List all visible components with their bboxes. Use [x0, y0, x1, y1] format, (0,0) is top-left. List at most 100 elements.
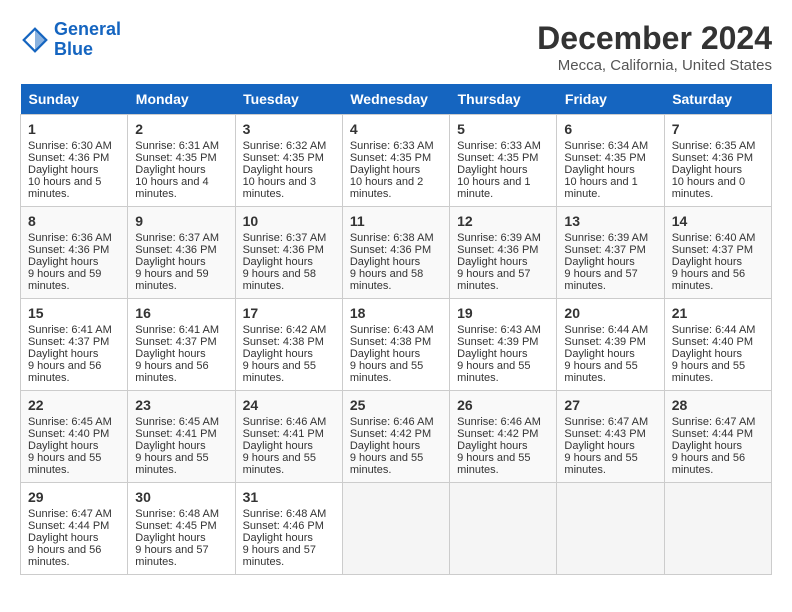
- cell-w4-d0: 22 Sunrise: 6:45 AM Sunset: 4:40 PM Dayl…: [21, 391, 128, 483]
- daylight-label: Daylight hours: [28, 348, 98, 360]
- day-number: 30: [135, 489, 227, 505]
- cell-w1-d4: 5 Sunrise: 6:33 AM Sunset: 4:35 PM Dayli…: [450, 115, 557, 207]
- sunrise-label: Sunrise: 6:30 AM: [28, 140, 112, 152]
- daylight-duration: 9 hours and 55 minutes.: [135, 452, 208, 476]
- sunrise-label: Sunrise: 6:41 AM: [135, 324, 219, 336]
- sunset-label: Sunset: 4:42 PM: [457, 428, 538, 440]
- logo-text: General Blue: [54, 20, 121, 60]
- daylight-label: Daylight hours: [243, 440, 313, 452]
- cell-w5-d3: [342, 483, 449, 575]
- daylight-duration: 9 hours and 56 minutes.: [28, 360, 101, 384]
- sunrise-label: Sunrise: 6:31 AM: [135, 140, 219, 152]
- cell-w4-d2: 24 Sunrise: 6:46 AM Sunset: 4:41 PM Dayl…: [235, 391, 342, 483]
- sunrise-label: Sunrise: 6:46 AM: [457, 416, 541, 428]
- cell-w3-d5: 20 Sunrise: 6:44 AM Sunset: 4:39 PM Dayl…: [557, 299, 664, 391]
- daylight-label: Daylight hours: [672, 164, 742, 176]
- daylight-duration: 10 hours and 1 minute.: [457, 176, 530, 200]
- daylight-duration: 9 hours and 55 minutes.: [457, 360, 530, 384]
- sunrise-label: Sunrise: 6:45 AM: [28, 416, 112, 428]
- sunrise-label: Sunrise: 6:35 AM: [672, 140, 756, 152]
- daylight-duration: 9 hours and 56 minutes.: [135, 360, 208, 384]
- sunrise-label: Sunrise: 6:43 AM: [350, 324, 434, 336]
- daylight-label: Daylight hours: [243, 532, 313, 544]
- sunset-label: Sunset: 4:36 PM: [28, 244, 109, 256]
- day-number: 31: [243, 489, 335, 505]
- sunset-label: Sunset: 4:41 PM: [135, 428, 216, 440]
- daylight-label: Daylight hours: [457, 348, 527, 360]
- daylight-duration: 9 hours and 57 minutes.: [243, 544, 316, 568]
- sunrise-label: Sunrise: 6:47 AM: [564, 416, 648, 428]
- cell-w1-d3: 4 Sunrise: 6:33 AM Sunset: 4:35 PM Dayli…: [342, 115, 449, 207]
- sunset-label: Sunset: 4:35 PM: [350, 152, 431, 164]
- week-row-5: 29 Sunrise: 6:47 AM Sunset: 4:44 PM Dayl…: [21, 483, 772, 575]
- daylight-duration: 9 hours and 55 minutes.: [564, 452, 637, 476]
- calendar-table: Sunday Monday Tuesday Wednesday Thursday…: [20, 84, 772, 575]
- sunrise-label: Sunrise: 6:45 AM: [135, 416, 219, 428]
- cell-w5-d6: [664, 483, 771, 575]
- day-number: 11: [350, 213, 442, 229]
- day-number: 15: [28, 305, 120, 321]
- day-number: 8: [28, 213, 120, 229]
- cell-w4-d1: 23 Sunrise: 6:45 AM Sunset: 4:41 PM Dayl…: [128, 391, 235, 483]
- sunset-label: Sunset: 4:40 PM: [672, 336, 753, 348]
- daylight-label: Daylight hours: [243, 256, 313, 268]
- cell-w3-d4: 19 Sunrise: 6:43 AM Sunset: 4:39 PM Dayl…: [450, 299, 557, 391]
- col-wednesday: Wednesday: [342, 84, 449, 115]
- sunrise-label: Sunrise: 6:46 AM: [243, 416, 327, 428]
- daylight-label: Daylight hours: [243, 164, 313, 176]
- day-number: 12: [457, 213, 549, 229]
- month-title: December 2024: [537, 20, 772, 57]
- cell-w3-d0: 15 Sunrise: 6:41 AM Sunset: 4:37 PM Dayl…: [21, 299, 128, 391]
- sunset-label: Sunset: 4:37 PM: [28, 336, 109, 348]
- sunset-label: Sunset: 4:36 PM: [457, 244, 538, 256]
- daylight-label: Daylight hours: [457, 164, 527, 176]
- day-number: 19: [457, 305, 549, 321]
- sunrise-label: Sunrise: 6:47 AM: [28, 508, 112, 520]
- cell-w5-d1: 30 Sunrise: 6:48 AM Sunset: 4:45 PM Dayl…: [128, 483, 235, 575]
- day-number: 10: [243, 213, 335, 229]
- daylight-label: Daylight hours: [28, 256, 98, 268]
- daylight-label: Daylight hours: [564, 164, 634, 176]
- sunrise-label: Sunrise: 6:39 AM: [457, 232, 541, 244]
- sunrise-label: Sunrise: 6:38 AM: [350, 232, 434, 244]
- day-number: 3: [243, 121, 335, 137]
- sunrise-label: Sunrise: 6:37 AM: [243, 232, 327, 244]
- col-sunday: Sunday: [21, 84, 128, 115]
- cell-w5-d5: [557, 483, 664, 575]
- sunset-label: Sunset: 4:41 PM: [243, 428, 324, 440]
- sunrise-label: Sunrise: 6:32 AM: [243, 140, 327, 152]
- daylight-duration: 9 hours and 55 minutes.: [350, 360, 423, 384]
- day-number: 20: [564, 305, 656, 321]
- cell-w2-d3: 11 Sunrise: 6:38 AM Sunset: 4:36 PM Dayl…: [342, 207, 449, 299]
- daylight-duration: 10 hours and 3 minutes.: [243, 176, 316, 200]
- logo-icon: [20, 25, 50, 55]
- col-monday: Monday: [128, 84, 235, 115]
- day-number: 26: [457, 397, 549, 413]
- cell-w2-d5: 13 Sunrise: 6:39 AM Sunset: 4:37 PM Dayl…: [557, 207, 664, 299]
- daylight-duration: 9 hours and 55 minutes.: [564, 360, 637, 384]
- sunset-label: Sunset: 4:39 PM: [564, 336, 645, 348]
- daylight-label: Daylight hours: [135, 164, 205, 176]
- cell-w2-d6: 14 Sunrise: 6:40 AM Sunset: 4:37 PM Dayl…: [664, 207, 771, 299]
- daylight-label: Daylight hours: [135, 532, 205, 544]
- sunset-label: Sunset: 4:43 PM: [564, 428, 645, 440]
- sunset-label: Sunset: 4:36 PM: [243, 244, 324, 256]
- day-number: 22: [28, 397, 120, 413]
- sunrise-label: Sunrise: 6:42 AM: [243, 324, 327, 336]
- sunrise-label: Sunrise: 6:46 AM: [350, 416, 434, 428]
- sunset-label: Sunset: 4:35 PM: [457, 152, 538, 164]
- cell-w4-d4: 26 Sunrise: 6:46 AM Sunset: 4:42 PM Dayl…: [450, 391, 557, 483]
- daylight-label: Daylight hours: [28, 532, 98, 544]
- week-row-1: 1 Sunrise: 6:30 AM Sunset: 4:36 PM Dayli…: [21, 115, 772, 207]
- daylight-duration: 10 hours and 4 minutes.: [135, 176, 208, 200]
- sunrise-label: Sunrise: 6:34 AM: [564, 140, 648, 152]
- sunrise-label: Sunrise: 6:44 AM: [564, 324, 648, 336]
- day-number: 9: [135, 213, 227, 229]
- daylight-label: Daylight hours: [28, 164, 98, 176]
- col-thursday: Thursday: [450, 84, 557, 115]
- daylight-label: Daylight hours: [135, 440, 205, 452]
- day-number: 24: [243, 397, 335, 413]
- cell-w5-d0: 29 Sunrise: 6:47 AM Sunset: 4:44 PM Dayl…: [21, 483, 128, 575]
- daylight-duration: 9 hours and 58 minutes.: [350, 268, 423, 292]
- week-row-3: 15 Sunrise: 6:41 AM Sunset: 4:37 PM Dayl…: [21, 299, 772, 391]
